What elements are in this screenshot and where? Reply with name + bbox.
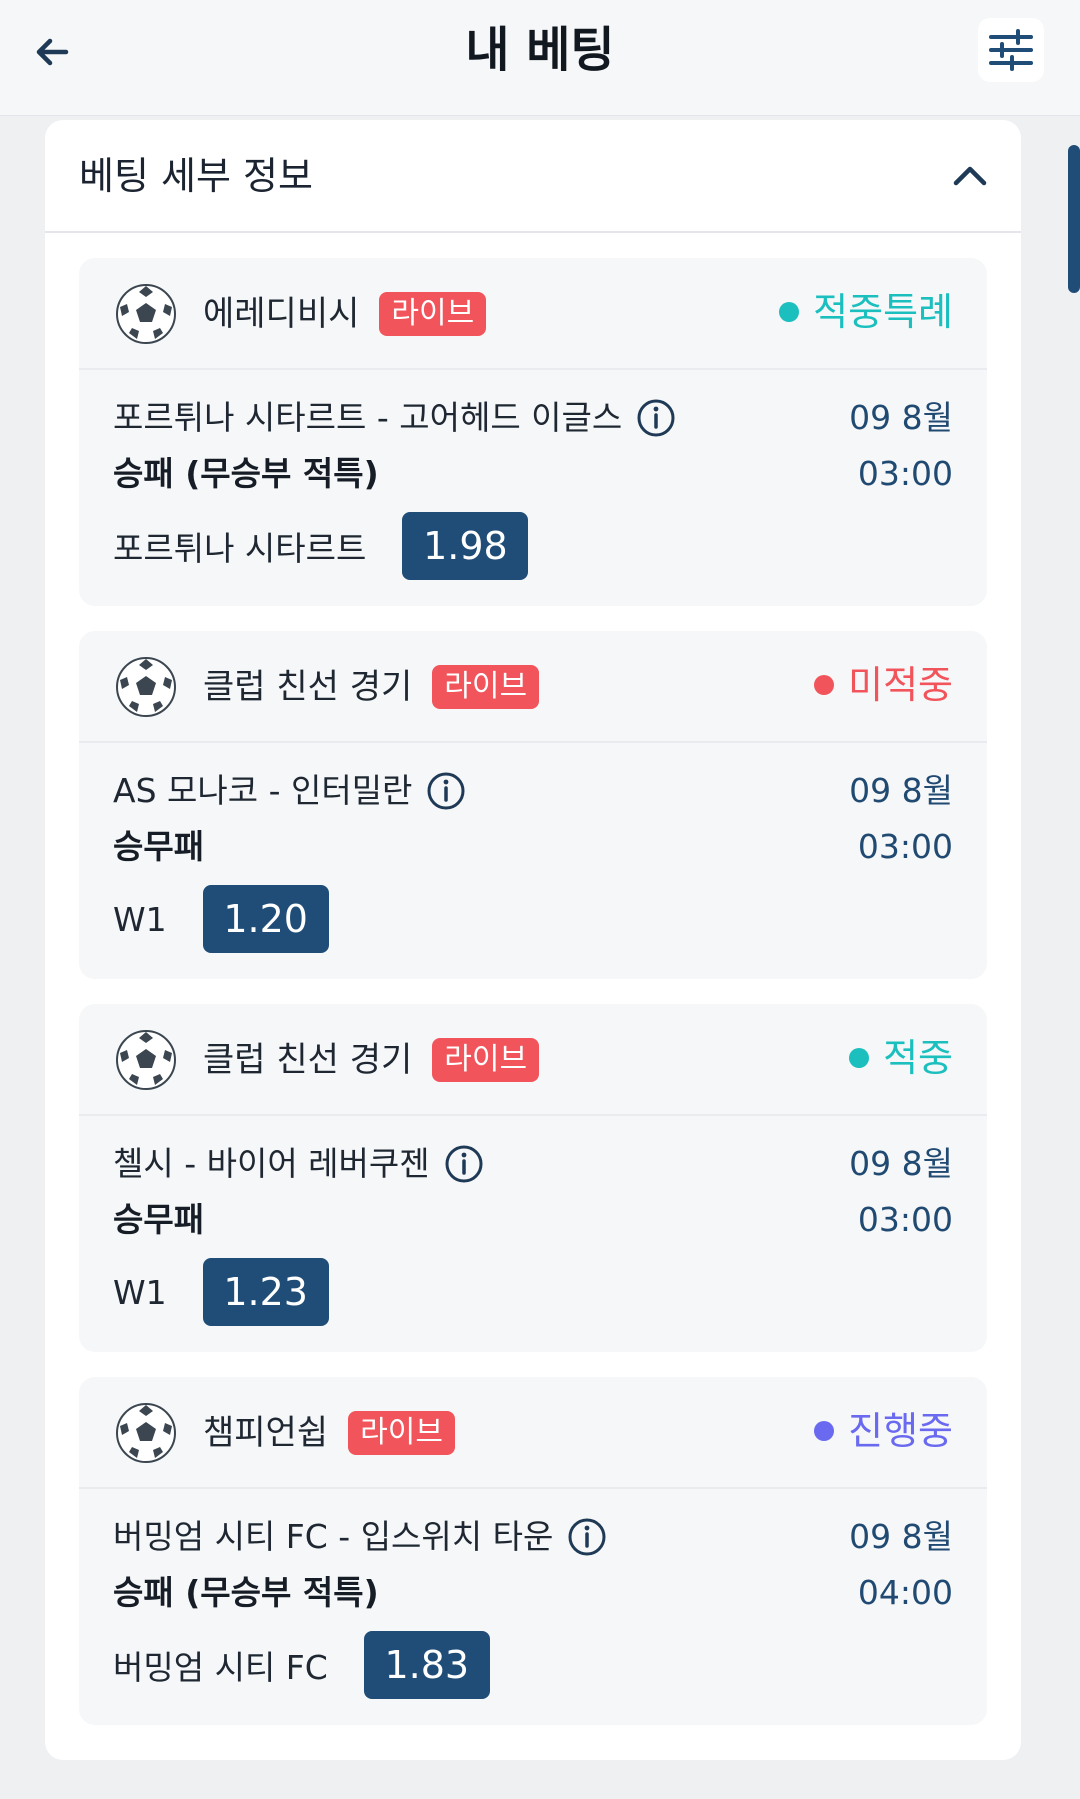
match-date: 09 8월 <box>849 771 953 810</box>
bet-card: 에레디비시 라이브 적중특례 포르튀나 시타르트 - 고어헤드 이글스 승패 (무… <box>79 258 987 606</box>
bet-card: 클럽 친선 경기 라이브 적중 첼시 - 바이어 레버쿠젠 승무패 W1 1.23… <box>79 1004 987 1352</box>
pick-row: 버밍엄 시티 FC 1.83 <box>113 1631 490 1699</box>
bet-details-panel: 베팅 세부 정보 에레디비시 라이브 적중특례 포르튀나 시타르트 - 고어헤드 … <box>45 120 1021 1760</box>
pick-label: 버밍엄 시티 FC <box>113 1648 328 1687</box>
soccer-ball-icon <box>116 657 176 717</box>
market-name: 승무패 <box>113 1200 205 1239</box>
info-icon[interactable] <box>636 398 676 438</box>
status-label: 미적중 <box>848 663 953 707</box>
match-name: 첼시 - 바이어 레버쿠젠 <box>113 1144 430 1183</box>
bet-details-header[interactable]: 베팅 세부 정보 <box>45 120 1021 233</box>
sliders-icon <box>989 29 1033 71</box>
status-indicator: 적중 <box>849 1034 953 1082</box>
market-name: 승무패 <box>113 827 205 866</box>
pick-row: W1 1.23 <box>113 1258 329 1326</box>
match-title: 버밍엄 시티 FC - 입스위치 타운 <box>113 1515 607 1559</box>
info-icon[interactable] <box>567 1517 607 1557</box>
bet-card-header: 챔피언쉽 라이브 진행중 <box>79 1377 987 1489</box>
status-label: 진행중 <box>848 1409 953 1453</box>
filter-button[interactable] <box>978 18 1044 82</box>
live-badge: 라이브 <box>379 292 487 336</box>
status-indicator: 미적중 <box>814 661 953 709</box>
bet-card: 챔피언쉽 라이브 진행중 버밍엄 시티 FC - 입스위치 타운 승패 (무승부 … <box>79 1377 987 1725</box>
status-label: 적중 <box>883 1036 953 1080</box>
match-name: 버밍엄 시티 FC - 입스위치 타운 <box>113 1517 554 1556</box>
market-name: 승패 (무승부 적특) <box>113 454 379 493</box>
pick-label: W1 <box>113 1272 167 1312</box>
league-label: 클럽 친선 경기 <box>203 1040 413 1080</box>
match-title: 첼시 - 바이어 레버쿠젠 <box>113 1142 484 1186</box>
match-name: AS 모나코 - 인터밀란 <box>113 771 413 810</box>
status-indicator: 진행중 <box>814 1407 953 1455</box>
match-title: AS 모나코 - 인터밀란 <box>113 769 466 813</box>
chevron-up-icon <box>953 166 987 186</box>
status-label: 적중특례 <box>813 290 953 334</box>
status-dot-icon <box>814 675 835 695</box>
panel-title: 베팅 세부 정보 <box>79 154 313 198</box>
soccer-ball-icon <box>116 284 176 344</box>
pick-label: W1 <box>113 899 167 939</box>
status-dot-icon <box>779 302 800 322</box>
live-badge: 라이브 <box>432 1038 540 1082</box>
league-label: 클럽 친선 경기 <box>203 667 413 707</box>
status-dot-icon <box>849 1048 870 1068</box>
soccer-ball-icon <box>116 1030 176 1090</box>
scrollbar-thumb[interactable] <box>1068 145 1080 293</box>
league-name: 클럽 친선 경기 라이브 <box>203 1038 540 1082</box>
odds-badge: 1.98 <box>402 512 529 580</box>
app-header: 내 베팅 <box>0 0 1080 116</box>
match-date: 09 8월 <box>849 1517 953 1556</box>
pick-row: W1 1.20 <box>113 885 329 953</box>
match-title: 포르튀나 시타르트 - 고어헤드 이글스 <box>113 396 676 440</box>
pick-row: 포르튀나 시타르트 1.98 <box>113 512 529 580</box>
bet-card-header: 클럽 친선 경기 라이브 미적중 <box>79 631 987 743</box>
match-time: 03:00 <box>857 827 953 866</box>
odds-badge: 1.23 <box>202 1258 329 1326</box>
odds-badge: 1.20 <box>202 885 329 953</box>
info-icon[interactable] <box>426 771 466 811</box>
league-name: 에레디비시 라이브 <box>203 292 487 336</box>
pick-label: 포르튀나 시타르트 <box>113 529 367 568</box>
match-date: 09 8월 <box>849 398 953 437</box>
live-badge: 라이브 <box>432 665 540 709</box>
bet-card-header: 에레디비시 라이브 적중특례 <box>79 258 987 370</box>
match-time: 04:00 <box>857 1573 953 1612</box>
match-date: 09 8월 <box>849 1144 953 1183</box>
info-icon[interactable] <box>444 1144 484 1184</box>
market-name: 승패 (무승부 적특) <box>113 1573 379 1612</box>
collapse-button[interactable] <box>945 150 995 200</box>
status-indicator: 적중특례 <box>779 288 953 336</box>
match-name: 포르튀나 시타르트 - 고어헤드 이글스 <box>113 398 623 437</box>
soccer-ball-icon <box>116 1403 176 1463</box>
league-name: 챔피언쉽 라이브 <box>203 1411 455 1455</box>
match-time: 03:00 <box>857 454 953 493</box>
bet-card-header: 클럽 친선 경기 라이브 적중 <box>79 1004 987 1116</box>
league-label: 챔피언쉽 <box>203 1413 329 1453</box>
league-label: 에레디비시 <box>203 294 360 334</box>
scrollbar-track[interactable] <box>1052 118 1080 1799</box>
page-title: 내 베팅 <box>465 22 615 78</box>
league-name: 클럽 친선 경기 라이브 <box>203 665 540 709</box>
match-time: 03:00 <box>857 1200 953 1239</box>
odds-badge: 1.83 <box>363 1631 490 1699</box>
live-badge: 라이브 <box>348 1411 455 1455</box>
bet-card: 클럽 친선 경기 라이브 미적중 AS 모나코 - 인터밀란 승무패 W1 1.2… <box>79 631 987 979</box>
status-dot-icon <box>814 1421 835 1441</box>
